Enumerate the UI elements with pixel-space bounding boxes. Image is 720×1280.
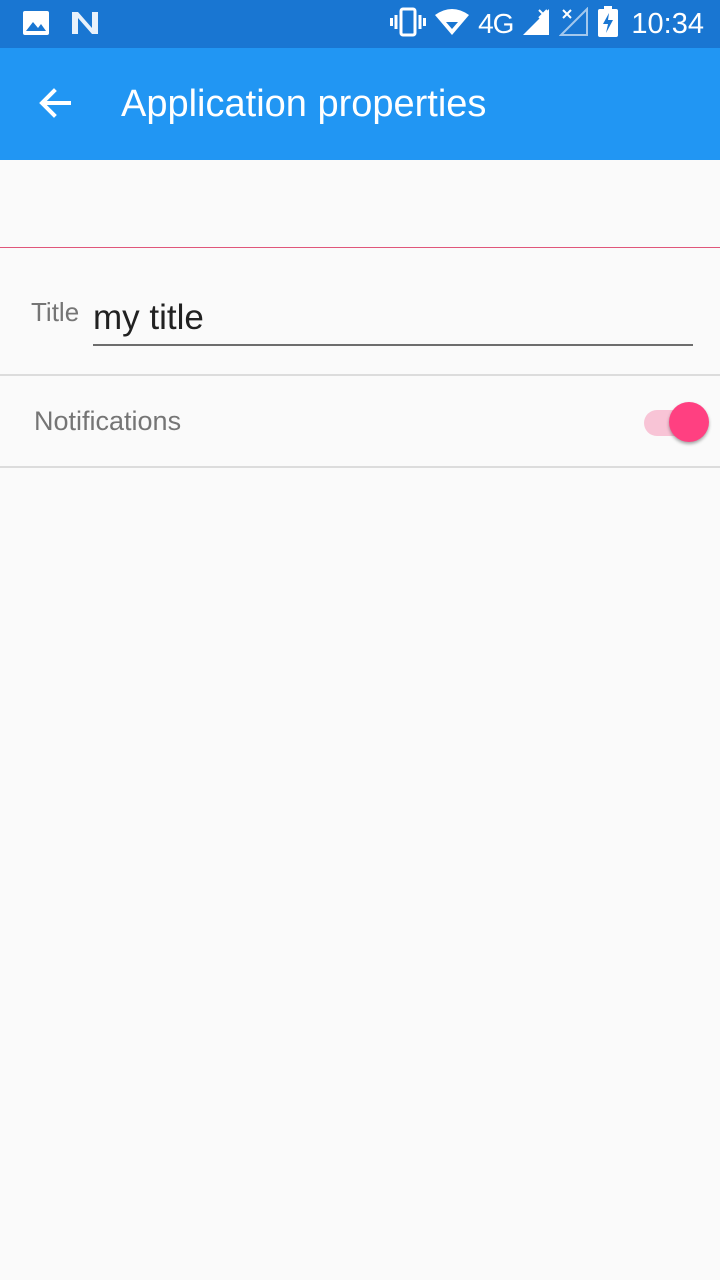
settings-content: Title Notifications	[0, 160, 720, 468]
page-title: Application properties	[121, 83, 487, 125]
signal-no-sim-icon	[559, 6, 589, 42]
back-button[interactable]	[26, 76, 84, 134]
notifications-switch[interactable]	[644, 402, 710, 442]
wifi-icon	[434, 8, 470, 41]
notifications-row[interactable]: Notifications	[0, 376, 720, 468]
title-label: Title	[31, 297, 80, 327]
title-input[interactable]	[93, 292, 693, 346]
blank-section	[0, 160, 720, 248]
status-time: 10:34	[631, 7, 704, 40]
n-notification-icon	[70, 10, 100, 41]
title-row: Title	[0, 248, 720, 376]
signal-icon	[521, 7, 551, 42]
arrow-back-icon	[37, 85, 73, 126]
network-type-label: 4G	[478, 8, 514, 39]
status-bar: 4G 10:34	[0, 0, 720, 48]
app-bar: Application properties	[0, 48, 720, 160]
notifications-label: Notifications	[34, 406, 182, 436]
battery-charging-icon	[597, 5, 619, 43]
image-icon	[22, 10, 50, 41]
vibrate-icon	[390, 7, 427, 42]
switch-thumb	[669, 402, 709, 442]
